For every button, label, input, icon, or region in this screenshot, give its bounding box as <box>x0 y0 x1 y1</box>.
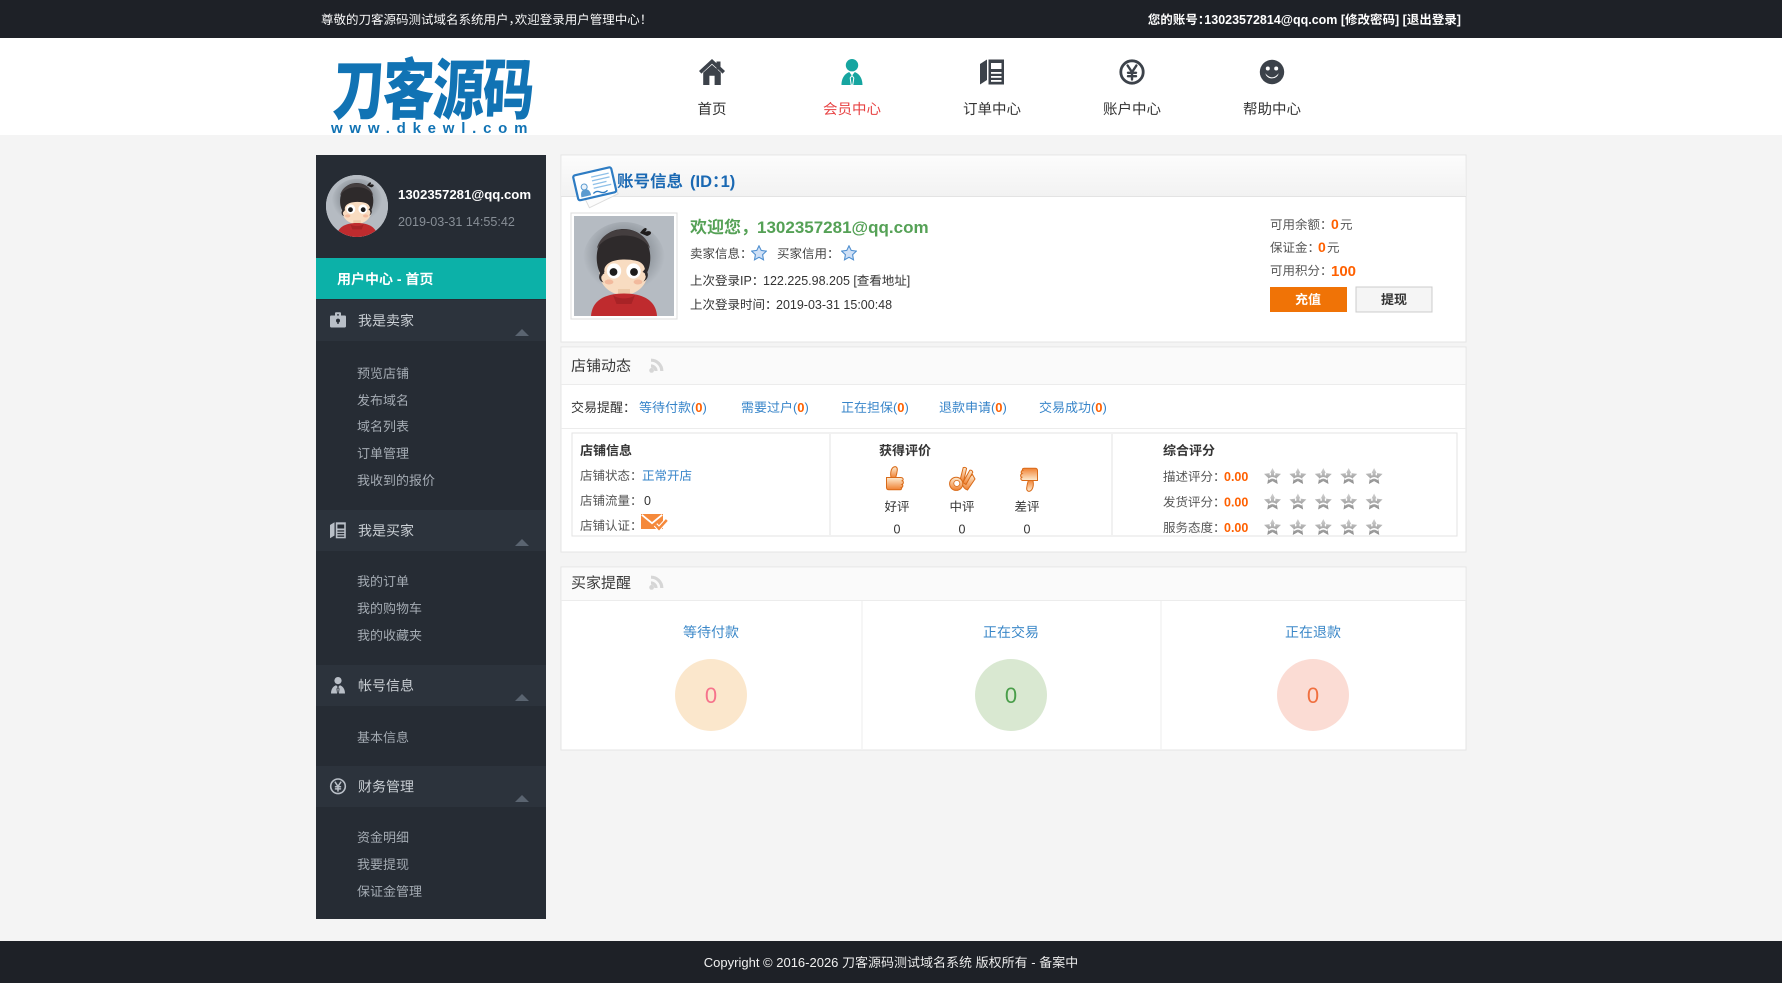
svg-text:]: ] <box>1457 13 1461 27</box>
svg-text:0: 0 <box>1318 239 1326 255</box>
svg-text:-: - <box>1028 955 1040 970</box>
svg-text:0: 0 <box>695 400 702 415</box>
svg-text:0.00: 0.00 <box>1224 470 1248 484</box>
svg-text:0: 0 <box>797 400 804 415</box>
svg-text:]: ] <box>907 274 910 288</box>
svg-text:0: 0 <box>894 523 901 537</box>
svg-text:2019-03-31 15:00:48: 2019-03-31 15:00:48 <box>776 298 892 312</box>
svg-text:IP: IP <box>740 274 752 288</box>
svg-text:0: 0 <box>995 400 1002 415</box>
svg-text:): ) <box>1103 400 1107 415</box>
svg-text:0: 0 <box>1307 683 1319 708</box>
svg-text:): ) <box>1003 400 1007 415</box>
svg-text:(ID: (ID <box>690 173 712 191</box>
svg-text:0.00: 0.00 <box>1224 496 1248 510</box>
svg-text:): ) <box>905 400 909 415</box>
svg-text:0: 0 <box>644 494 651 508</box>
svg-text:0: 0 <box>959 523 966 537</box>
svg-text:): ) <box>703 400 707 415</box>
svg-text:] [: ] [ <box>1395 13 1408 27</box>
svg-text:0: 0 <box>1024 523 1031 537</box>
svg-text:1302357281@qq.com: 1302357281@qq.com <box>398 187 531 202</box>
svg-text:0: 0 <box>705 683 717 708</box>
svg-text:1302357281@qq.com: 1302357281@qq.com <box>757 218 929 237</box>
svg-text:0: 0 <box>897 400 904 415</box>
svg-text:Copyright © 2016-2026: Copyright © 2016-2026 <box>704 955 842 970</box>
svg-text:2019-03-31 14:55:42: 2019-03-31 14:55:42 <box>398 215 515 229</box>
svg-text:13023572814@qq.com [: 13023572814@qq.com [ <box>1204 13 1346 27</box>
svg-text:www.dkewl.com: www.dkewl.com <box>330 120 534 137</box>
svg-text:1): 1) <box>721 173 736 191</box>
svg-text:100: 100 <box>1331 263 1356 280</box>
svg-text:-: - <box>393 271 405 287</box>
svg-text:0: 0 <box>1095 400 1102 415</box>
svg-text:0: 0 <box>1005 683 1017 708</box>
svg-text:0.00: 0.00 <box>1224 521 1248 535</box>
svg-text:0: 0 <box>1331 216 1339 232</box>
svg-text:122.225.98.205 [: 122.225.98.205 [ <box>763 274 857 288</box>
svg-text:): ) <box>805 400 809 415</box>
